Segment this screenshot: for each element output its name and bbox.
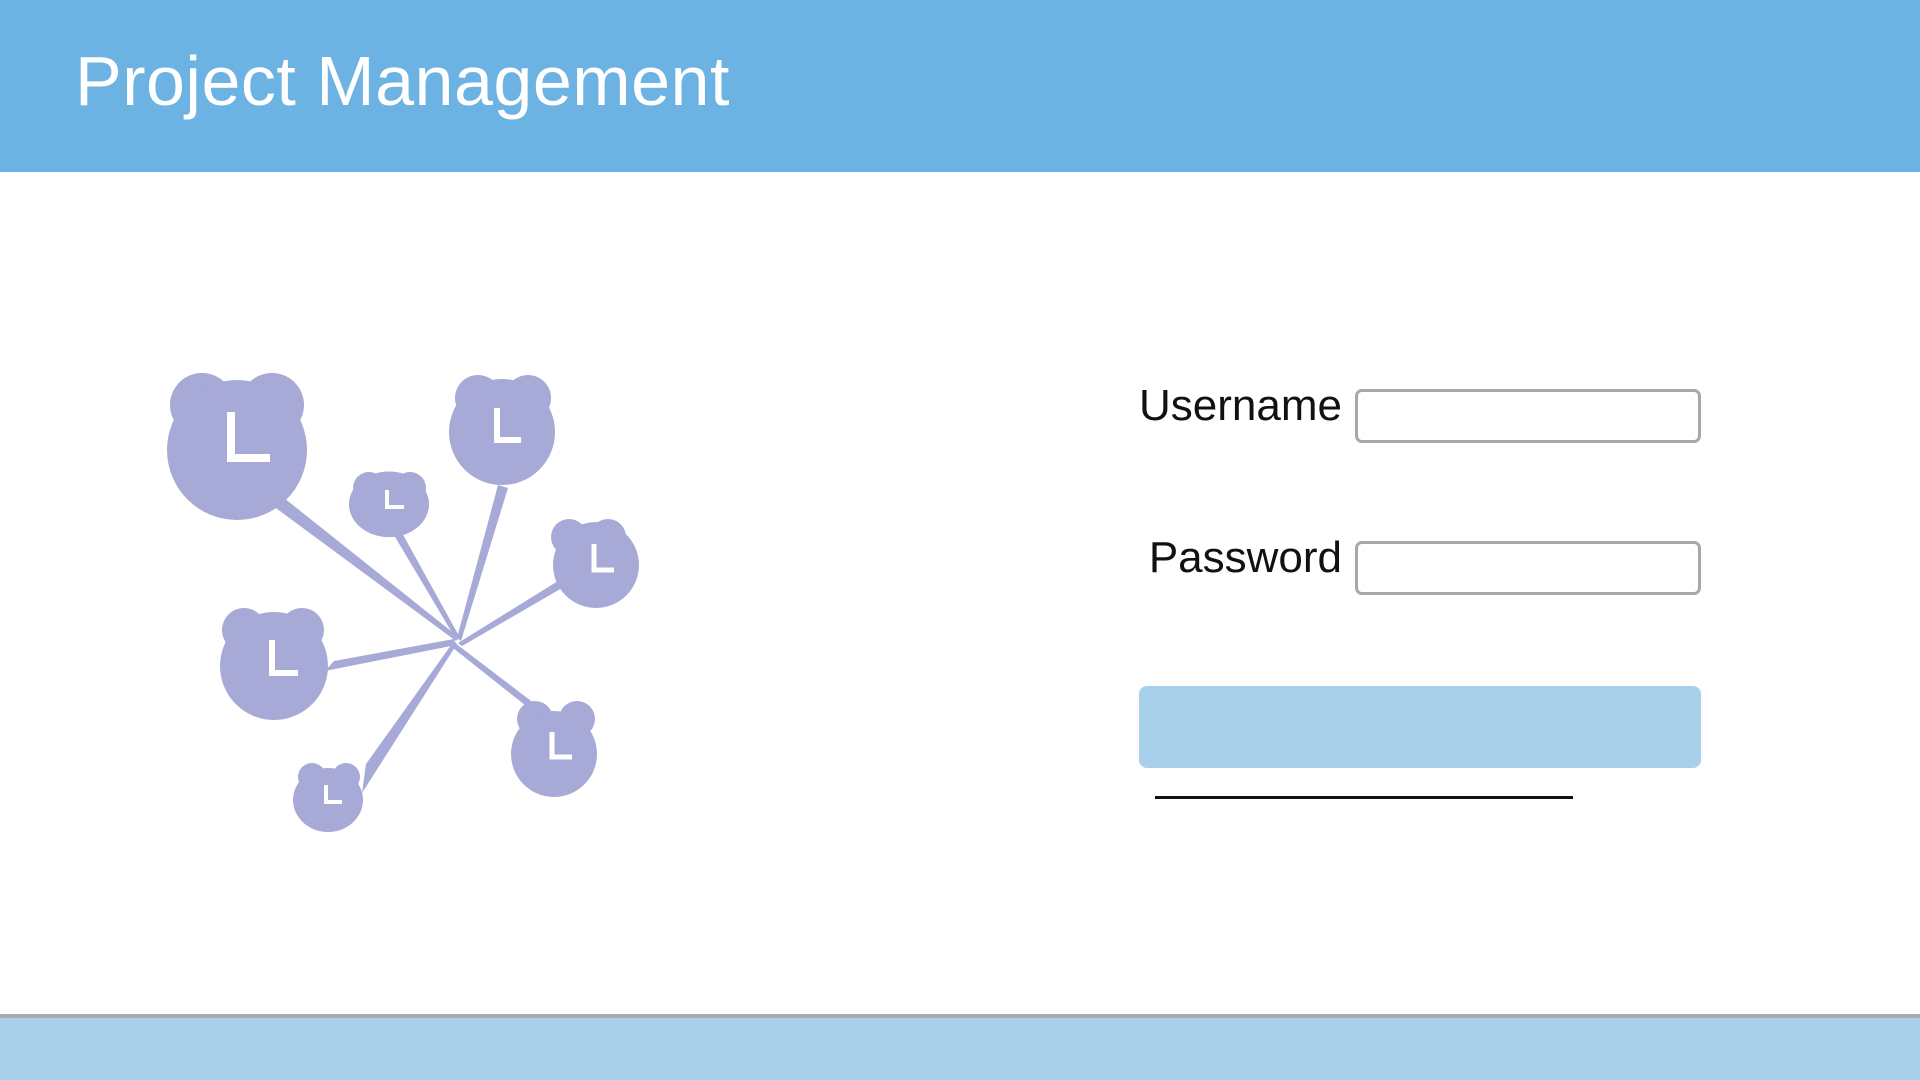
header-bar: Project Management: [0, 0, 1920, 172]
app-title: Project Management: [75, 42, 730, 120]
clock-large-icon: [167, 373, 307, 520]
network-spoke: [362, 641, 457, 793]
clock-right-icon: [551, 519, 639, 608]
clock-lower-right-icon: [511, 701, 597, 797]
username-input[interactable]: [1355, 389, 1701, 443]
username-label: Username: [1139, 381, 1342, 430]
password-input[interactable]: [1355, 541, 1701, 595]
login-page: Project Management Username Password: [0, 0, 1920, 1080]
clock-bottom-icon: [293, 763, 363, 832]
footer-bar: [0, 1018, 1920, 1080]
clock-top-right-icon: [449, 375, 555, 485]
team-clock-network-illustration: [150, 360, 670, 840]
login-button[interactable]: [1139, 686, 1701, 768]
network-spoke: [453, 643, 539, 709]
password-label: Password: [1148, 533, 1342, 582]
forgot-password-link[interactable]: [1155, 796, 1573, 799]
clock-left-icon: [220, 608, 328, 720]
clock-small-icon: [349, 471, 429, 538]
